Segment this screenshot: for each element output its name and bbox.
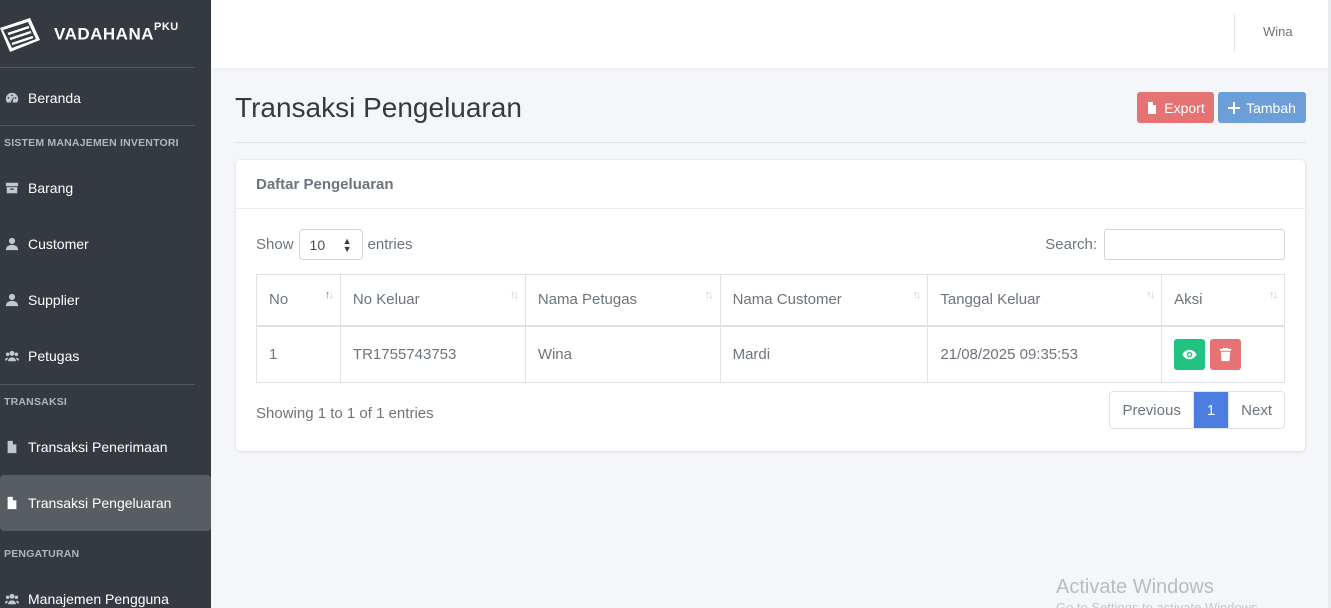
- sidebar-item-label: Supplier: [28, 292, 80, 308]
- export-label: Export: [1164, 99, 1205, 116]
- activate-windows-subtext: Go to Settings to activate Windows.: [1056, 600, 1262, 608]
- column-header-tanggal-keluar[interactable]: Tanggal Keluar ↑↓: [927, 274, 1163, 327]
- tambah-button[interactable]: Tambah: [1218, 92, 1306, 123]
- cell-aksi: [1161, 325, 1285, 383]
- trash-icon: [1220, 347, 1232, 361]
- cell-no: 1: [256, 325, 341, 383]
- column-header-aksi[interactable]: Aksi ↑↓: [1161, 274, 1285, 327]
- pdf-file-icon: [1148, 101, 1157, 114]
- section-header-inventori: SISTEM MANAJEMEN INVENTORI: [4, 137, 179, 149]
- user-menu[interactable]: Wina: [1263, 24, 1293, 39]
- export-button[interactable]: Export: [1137, 92, 1214, 123]
- column-header-no-keluar[interactable]: No Keluar ↑↓: [339, 274, 526, 327]
- section-header-pengaturan: PENGATURAN: [4, 548, 80, 560]
- entries-select[interactable]: 10 ▲ ▼: [298, 229, 363, 260]
- pagination: Previous 1 Next: [1109, 391, 1285, 429]
- brand-name: VADAHANAPKU: [54, 20, 179, 44]
- table-row: 1 TR1755743753 Wina Mardi 21/08/2025 09:…: [256, 325, 1285, 383]
- previous-page-button[interactable]: Previous: [1110, 392, 1193, 428]
- sort-icon: ↑↓: [704, 289, 714, 301]
- sidebar-item-barang[interactable]: Barang: [0, 160, 211, 216]
- user-icon: [4, 292, 20, 308]
- select-arrows-icon: ▲ ▼: [342, 235, 352, 254]
- sidebar-item-label: Transaksi Pengeluaran: [28, 495, 172, 511]
- next-page-button[interactable]: Next: [1228, 392, 1284, 428]
- entries-value: 10: [309, 236, 326, 253]
- delete-button[interactable]: [1210, 338, 1242, 370]
- activate-windows-watermark: Activate Windows: [1056, 576, 1214, 598]
- view-button[interactable]: [1174, 338, 1206, 370]
- sidebar-item-label: Petugas: [28, 348, 80, 364]
- file-icon: [4, 439, 20, 455]
- entries-length: Show 10 ▲ ▼ entries: [256, 229, 413, 260]
- brand-logo-icon: [0, 18, 40, 52]
- sidebar-item-petugas[interactable]: Petugas: [0, 328, 211, 384]
- entries-label: entries: [367, 236, 413, 253]
- search-label: Search:: [1045, 236, 1097, 253]
- column-header-nama-customer[interactable]: Nama Customer ↑↓: [719, 274, 929, 327]
- users-icon: [4, 348, 20, 364]
- sidebar-item-customer[interactable]: Customer: [0, 216, 211, 272]
- page-1-button[interactable]: 1: [1192, 392, 1229, 428]
- dashboard-icon: [4, 90, 20, 106]
- sidebar-item-label: Customer: [28, 236, 89, 252]
- sidebar-item-supplier[interactable]: Supplier: [0, 272, 211, 328]
- users-icon: [4, 591, 20, 607]
- file-icon: [4, 495, 20, 511]
- sidebar-item-label: Manajemen Pengguna: [28, 591, 169, 607]
- sort-icon: ↑↓: [509, 289, 519, 301]
- search-input[interactable]: [1104, 229, 1285, 260]
- sidebar: VADAHANAPKU Beranda SISTEM MANAJEMEN INV…: [0, 0, 211, 608]
- sort-icon: ↑↓: [912, 289, 921, 301]
- plus-icon: [1228, 101, 1241, 114]
- cell-nama-petugas: Wina: [524, 325, 721, 383]
- eye-icon: [1182, 349, 1197, 359]
- column-header-nama-petugas[interactable]: Nama Petugas ↑↓: [524, 274, 721, 327]
- sort-icon: ↑↓: [324, 289, 334, 301]
- brand[interactable]: VADAHANAPKU: [0, 0, 211, 68]
- user-icon: [4, 236, 20, 252]
- sort-icon: ↑↓: [1269, 289, 1278, 301]
- pengeluaran-table: No ↑↓ No Keluar ↑↓ Nama Petugas ↑↓ Nama Cus…: [256, 274, 1285, 383]
- sidebar-item-transaksi-pengeluaran[interactable]: Transaksi Pengeluaran: [0, 475, 211, 531]
- sidebar-item-label: Beranda: [28, 89, 81, 106]
- sort-icon: ↑↓: [1146, 289, 1155, 301]
- cell-tanggal-keluar: 21/08/2025 09:35:53: [927, 325, 1163, 383]
- page-title: Transaksi Pengeluaran: [235, 92, 522, 123]
- sidebar-item-manajemen-pengguna[interactable]: Manajemen Pengguna: [0, 571, 211, 608]
- sidebar-item-label: Transaksi Penerimaan: [28, 439, 168, 455]
- sidebar-item-label: Barang: [28, 180, 74, 196]
- search-wrap: Search:: [1045, 229, 1285, 260]
- show-label: Show: [256, 236, 294, 253]
- sidebar-item-transaksi-penerimaan[interactable]: Transaksi Penerimaan: [0, 419, 211, 475]
- cell-no-keluar: TR1755743753: [339, 325, 526, 383]
- top-navbar: Wina: [211, 0, 1331, 68]
- box-icon: [4, 180, 20, 196]
- pengeluaran-card: Daftar Pengeluaran Show 10 ▲ ▼ entries Se…: [236, 160, 1305, 451]
- sidebar-item-beranda[interactable]: Beranda: [0, 70, 211, 125]
- card-title: Daftar Pengeluaran: [236, 160, 1305, 209]
- tambah-label: Tambah: [1246, 99, 1296, 116]
- table-info: Showing 1 to 1 of 1 entries: [256, 405, 434, 422]
- column-header-no[interactable]: No ↑↓: [256, 274, 341, 327]
- section-header-transaksi: TRANSAKSI: [4, 396, 68, 408]
- cell-nama-customer: Mardi: [719, 325, 929, 383]
